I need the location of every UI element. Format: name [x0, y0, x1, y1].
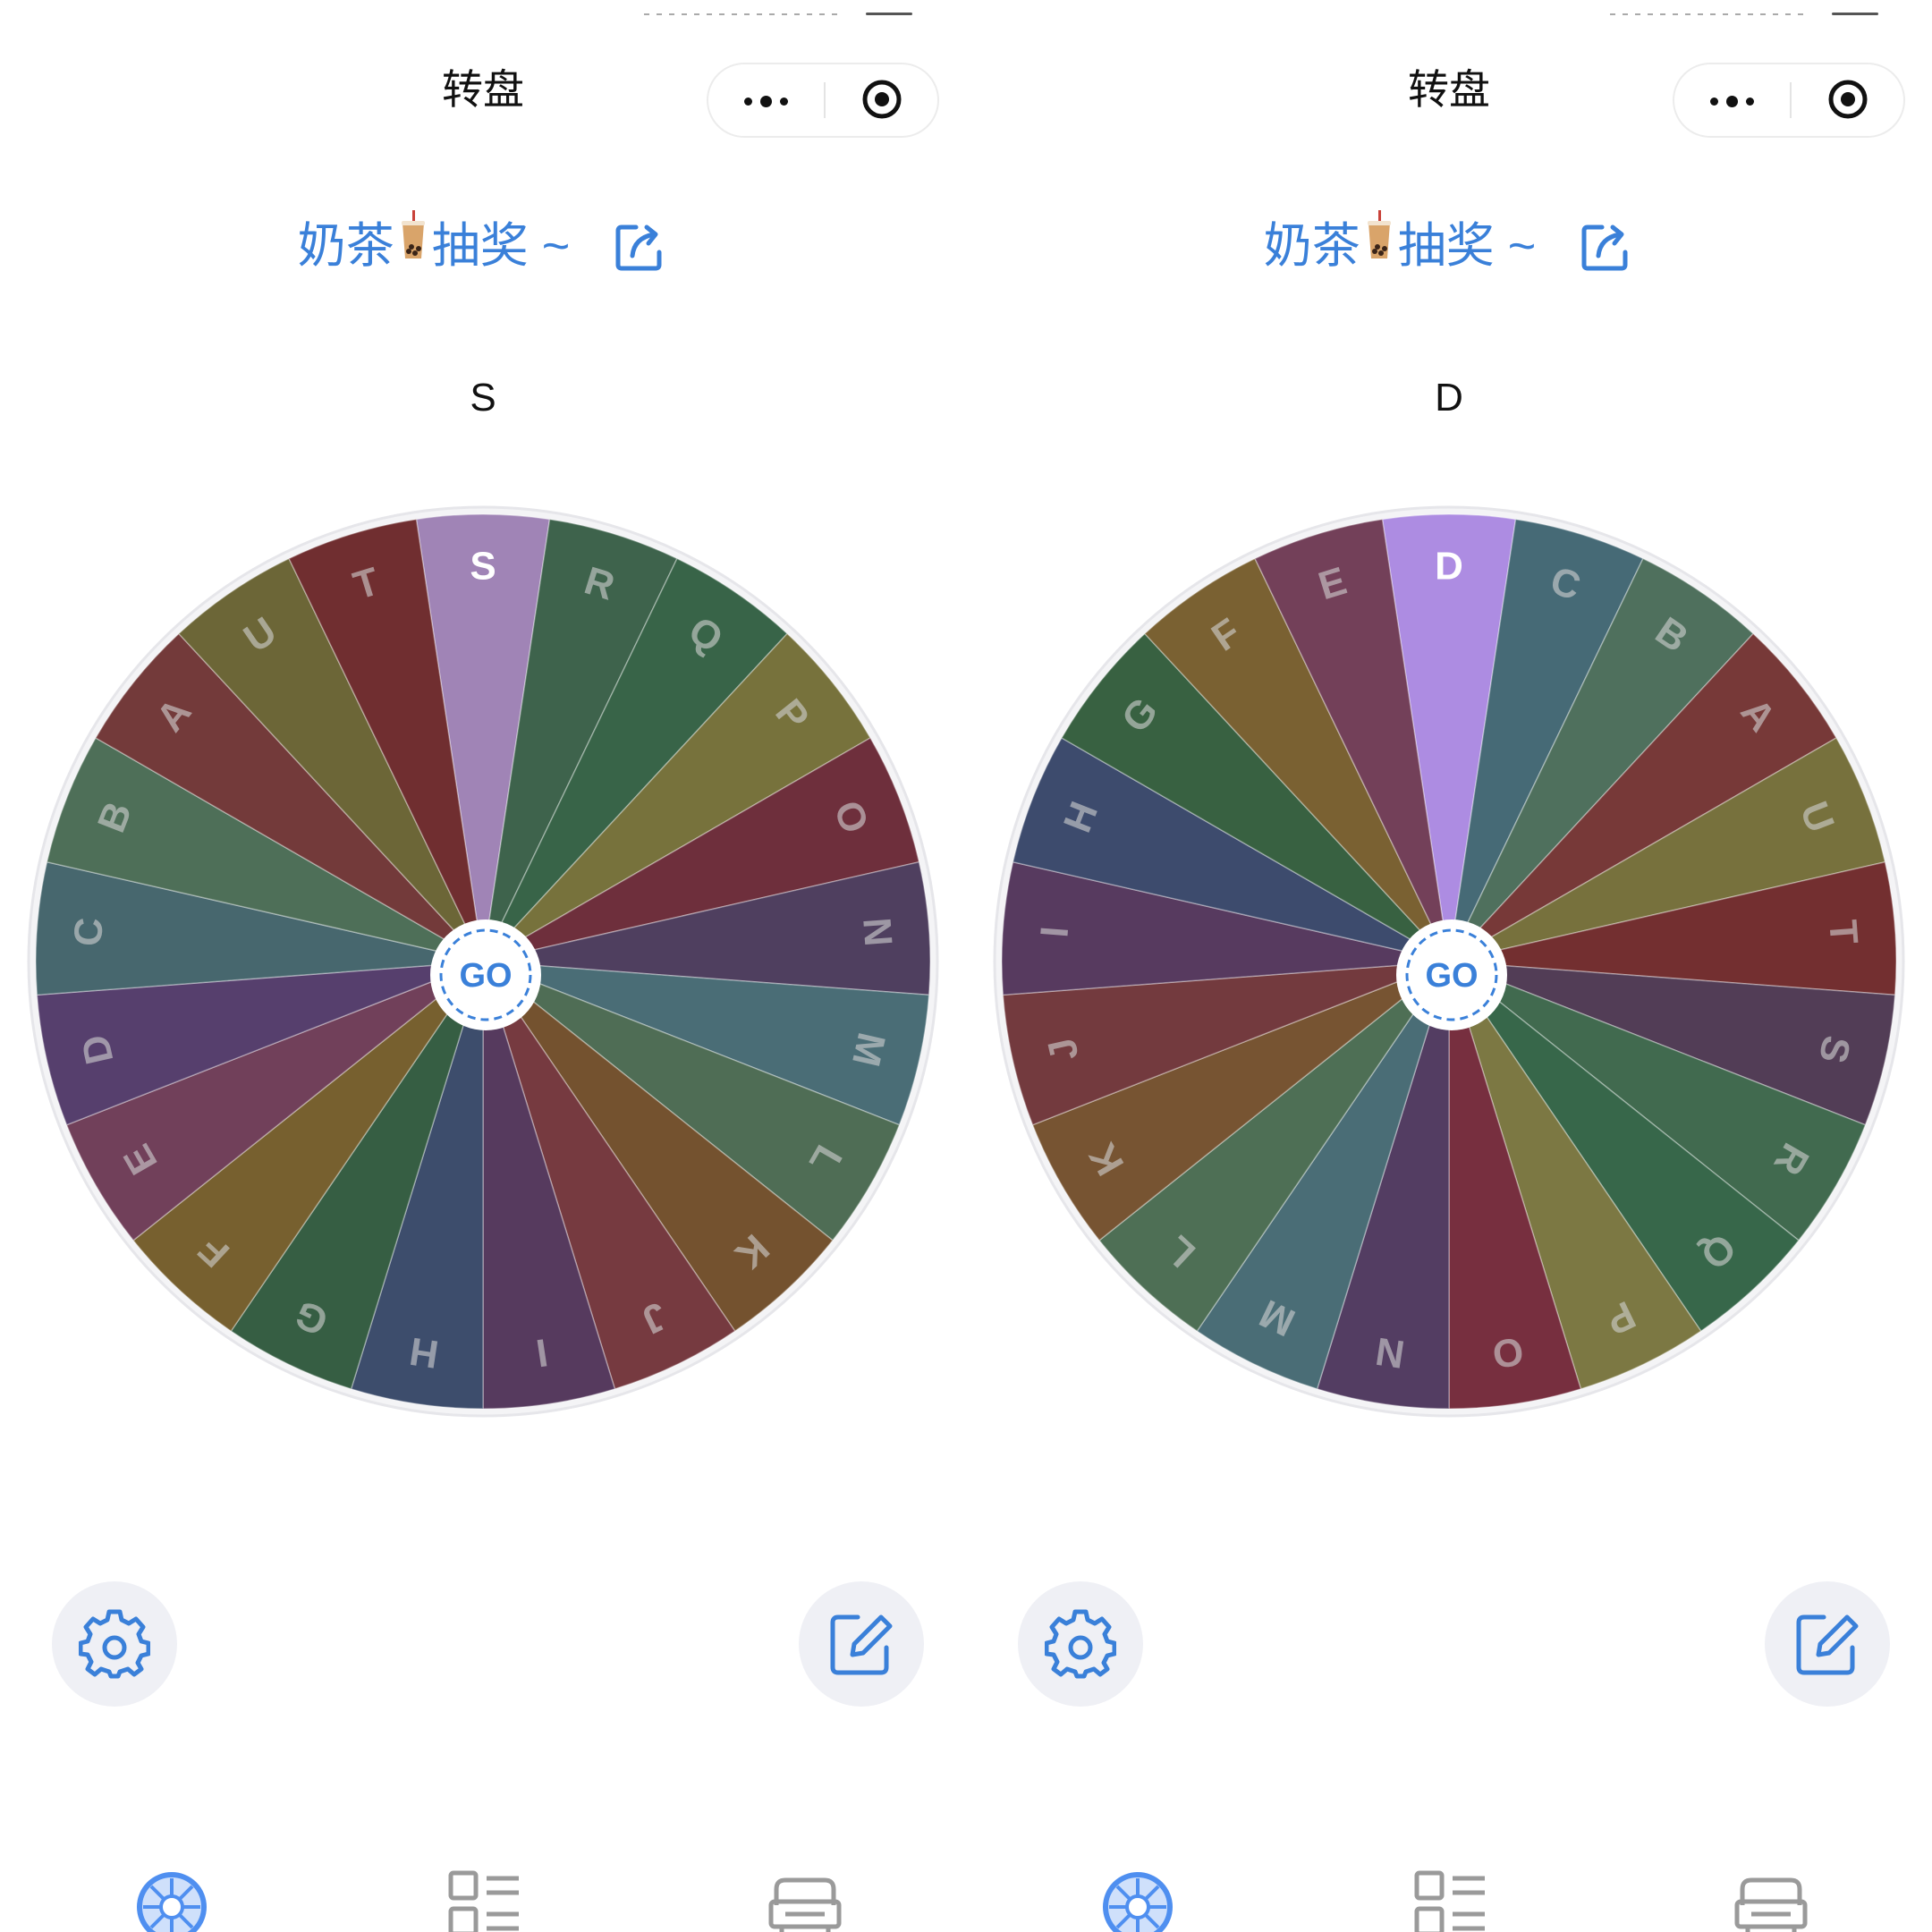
target-icon[interactable] — [1826, 78, 1869, 121]
sofa-tab-icon — [768, 1877, 842, 1932]
wheel-title-suffix: 抽奖 ~ — [431, 218, 571, 273]
wheel-label-T: T — [1820, 919, 1866, 946]
edit-button[interactable] — [799, 1581, 924, 1707]
share-icon[interactable] — [613, 218, 668, 274]
tab-wheel[interactable] — [1100, 1869, 1175, 1932]
wheel-title-text: 奶茶 — [1263, 218, 1360, 273]
gear-icon — [1045, 1609, 1116, 1679]
go-button[interactable]: GO — [428, 917, 544, 1033]
capsule-divider — [1790, 82, 1792, 118]
go-button[interactable]: GO — [1394, 917, 1510, 1033]
more-dots-icon[interactable] — [1674, 64, 1790, 136]
wheel-title: 奶茶 抽奖 ~ — [0, 210, 966, 273]
wheel-title: 奶茶 抽奖 ~ — [966, 210, 1932, 273]
status-bar — [966, 9, 1932, 18]
wheel-tab-icon — [137, 1872, 207, 1932]
tab-sofa[interactable] — [1733, 1869, 1809, 1932]
wheel-title-text: 奶茶 — [297, 218, 394, 273]
mini-program-capsule — [707, 63, 939, 138]
capsule-divider — [824, 82, 826, 118]
sofa-tab-icon — [1734, 1877, 1808, 1932]
wheel-label-D: D — [1435, 545, 1463, 589]
target-icon[interactable] — [860, 78, 903, 121]
result-text: S — [470, 376, 496, 419]
tab-list[interactable] — [447, 1869, 522, 1932]
settings-button[interactable] — [1018, 1581, 1143, 1707]
wheel-label-C: C — [66, 916, 112, 947]
edit-icon — [830, 1614, 893, 1675]
list-tab-icon — [1414, 1870, 1485, 1932]
status-bar — [0, 9, 966, 18]
gear-icon — [79, 1609, 150, 1679]
bubble-tea-icon — [401, 210, 425, 258]
list-tab-icon — [448, 1870, 519, 1932]
edit-button[interactable] — [1765, 1581, 1890, 1707]
wheel-label-O: O — [1489, 1328, 1526, 1377]
screen-right: 转盘 奶茶 抽奖 ~ D DCBAUTSRQPONMLKJIHGFE GO — [966, 0, 1932, 1932]
screen-left: 转盘 奶茶 抽奖 ~ S SRQPONMLKJIHGFEDCBAUT GO — [0, 0, 966, 1932]
edit-icon — [1796, 1614, 1859, 1675]
share-icon[interactable] — [1579, 218, 1634, 274]
bubble-tea-icon — [1367, 210, 1391, 258]
tab-sofa[interactable] — [767, 1869, 843, 1932]
wheel-label-N: N — [854, 916, 900, 947]
wheel-label-S: S — [470, 545, 496, 589]
wheel-tab-icon — [1103, 1872, 1173, 1932]
go-button-label: GO — [1425, 957, 1478, 995]
tab-wheel[interactable] — [134, 1869, 209, 1932]
wheel-title-suffix: 抽奖 ~ — [1397, 218, 1537, 273]
go-button-label: GO — [459, 957, 512, 995]
more-dots-icon[interactable] — [708, 64, 824, 136]
settings-button[interactable] — [52, 1581, 177, 1707]
mini-program-capsule — [1673, 63, 1905, 138]
result-text: D — [1435, 376, 1463, 419]
tab-list[interactable] — [1413, 1869, 1488, 1932]
